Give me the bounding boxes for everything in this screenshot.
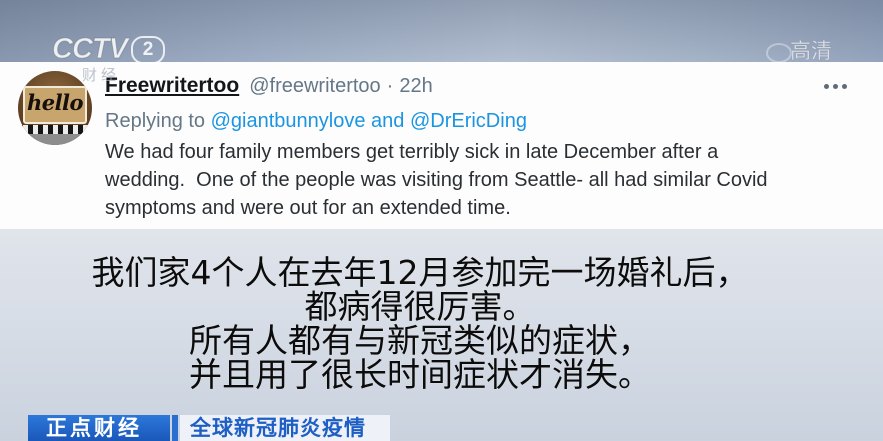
hd-watermark: 高清	[766, 37, 832, 67]
tweet-body: We had four family members get terribly …	[105, 138, 768, 222]
user-handle-link[interactable]: @freewritertoo	[249, 72, 380, 100]
lower-third-accent	[172, 415, 178, 441]
tweet-timestamp-link[interactable]: 22h	[399, 72, 432, 100]
cctv-channel-logo: CCTV 2 财经	[52, 33, 167, 85]
channel-name: 财经	[82, 66, 121, 84]
chinese-subtitles: 我们家4个人在去年12月参加完一场婚礼后， 都病得很厉害。 所有人都有与新冠类似…	[0, 256, 840, 392]
subtitle-line: 并且用了很长时间症状才消失。	[189, 355, 651, 394]
avatar-floor	[18, 134, 92, 145]
subtitle-line: 所有人都有与新冠类似的症状，	[189, 321, 651, 360]
dot	[824, 84, 829, 89]
subtitle-line: 我们家4个人在去年12月参加完一场婚礼后，	[91, 253, 749, 292]
tweet-body-line: wedding. One of the people was visiting …	[105, 169, 768, 191]
avatar-border-pattern	[18, 125, 92, 134]
dot	[842, 84, 847, 89]
tweet-body-line: symptoms and were out for an extended ti…	[105, 197, 511, 219]
hd-logo-icon	[766, 43, 792, 63]
replying-to-mentions-link[interactable]: @giantbunnylove and @DrEricDing	[211, 110, 527, 132]
tweet-body-line: We had four family members get terribly …	[105, 141, 719, 163]
hd-badge-text: 高清	[790, 39, 833, 64]
avatar-lettering: hello	[26, 90, 84, 115]
program-title: 正点财经	[28, 415, 170, 441]
replying-to-prefix: Replying to	[105, 110, 206, 132]
channel-number-badge: 2	[131, 36, 165, 64]
replying-to-line: Replying to @giantbunnylove and @DrEricD…	[105, 107, 527, 135]
header-separator: ·	[386, 75, 394, 97]
cctv-logo-text: CCTV	[52, 33, 129, 66]
headline-banner: 全球新冠肺炎疫情	[180, 415, 390, 441]
more-dots-icon[interactable]	[824, 84, 847, 90]
subtitle-line: 都病得很厉害。	[304, 287, 536, 326]
dot	[833, 84, 838, 89]
